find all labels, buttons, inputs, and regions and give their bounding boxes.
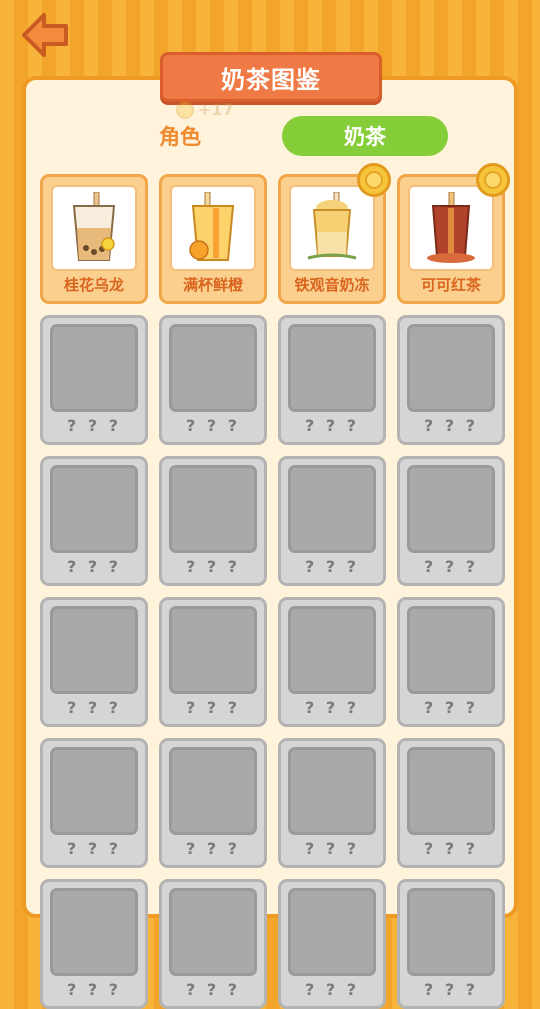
locked-card[interactable]: ? ? ? xyxy=(278,738,386,868)
locked-card[interactable]: ? ? ? xyxy=(397,456,505,586)
locked-image-placeholder xyxy=(407,465,495,553)
new-badge-coin-icon[interactable] xyxy=(357,163,391,197)
locked-image-placeholder xyxy=(169,606,257,694)
locked-card[interactable]: ? ? ? xyxy=(40,315,148,445)
locked-card[interactable]: ? ? ? xyxy=(40,738,148,868)
tieguanyin-pudding-drink-icon xyxy=(307,192,357,260)
locked-image-placeholder xyxy=(50,465,138,553)
locked-image-placeholder xyxy=(288,465,376,553)
locked-image-placeholder xyxy=(169,465,257,553)
locked-image-placeholder xyxy=(169,324,257,412)
drink-name: 可可红茶 xyxy=(420,276,481,294)
tab-milk-tea[interactable]: 奶茶 xyxy=(282,116,448,156)
locked-label: ? ? ? xyxy=(67,698,121,717)
new-badge-coin-icon[interactable] xyxy=(476,163,510,197)
collection-card[interactable]: 可可红茶 xyxy=(397,163,510,304)
locked-card[interactable]: ? ? ? xyxy=(40,597,148,727)
orange-drink-icon xyxy=(189,192,235,261)
locked-card[interactable]: ? ? ? xyxy=(278,315,386,445)
drink-image xyxy=(408,185,494,271)
cocoa-black-tea-drink-icon xyxy=(427,192,475,263)
locked-label: ? ? ? xyxy=(186,557,240,576)
tab-milk-tea-label: 奶茶 xyxy=(344,125,386,149)
locked-label: ? ? ? xyxy=(305,416,359,435)
tab-characters[interactable]: 角色 xyxy=(130,116,230,156)
osmanthus-oolong-drink-icon xyxy=(72,192,116,261)
locked-card[interactable]: ? ? ? xyxy=(159,879,267,1009)
locked-card[interactable]: ? ? ? xyxy=(397,738,505,868)
locked-card[interactable]: ? ? ? xyxy=(159,738,267,868)
drink-name: 铁观音奶冻 xyxy=(294,276,370,294)
locked-image-placeholder xyxy=(407,606,495,694)
locked-card[interactable]: ? ? ? xyxy=(397,597,505,727)
locked-image-placeholder xyxy=(50,324,138,412)
locked-card[interactable]: ? ? ? xyxy=(278,879,386,1009)
locked-card[interactable]: ? ? ? xyxy=(278,456,386,586)
locked-label: ? ? ? xyxy=(424,698,478,717)
locked-card[interactable]: ? ? ? xyxy=(397,879,505,1009)
collection-grid: 桂花乌龙 满杯鲜橙 铁观音奶冻 可可红茶 ? ? ? ? ? ? ? ? ? ?… xyxy=(40,163,510,1009)
locked-image-placeholder xyxy=(407,888,495,976)
locked-image-placeholder xyxy=(50,888,138,976)
collection-card[interactable]: 铁观音奶冻 xyxy=(278,163,391,304)
back-button[interactable] xyxy=(20,10,74,60)
locked-image-placeholder xyxy=(288,324,376,412)
locked-label: ? ? ? xyxy=(186,839,240,858)
locked-image-placeholder xyxy=(407,747,495,835)
locked-label: ? ? ? xyxy=(305,839,359,858)
locked-label: ? ? ? xyxy=(67,416,121,435)
locked-card[interactable]: ? ? ? xyxy=(278,597,386,727)
drink-name: 满杯鲜橙 xyxy=(182,276,243,294)
drink-name: 桂花乌龙 xyxy=(63,276,124,294)
locked-label: ? ? ? xyxy=(424,416,478,435)
tab-characters-label: 角色 xyxy=(159,125,201,149)
locked-label: ? ? ? xyxy=(424,557,478,576)
locked-image-placeholder xyxy=(169,888,257,976)
locked-image-placeholder xyxy=(169,747,257,835)
back-arrow-icon xyxy=(22,13,68,57)
locked-image-placeholder xyxy=(407,324,495,412)
locked-label: ? ? ? xyxy=(186,980,240,999)
locked-image-placeholder xyxy=(288,888,376,976)
locked-image-placeholder xyxy=(50,747,138,835)
locked-label: ? ? ? xyxy=(186,416,240,435)
page-title: 奶茶图鉴 xyxy=(221,65,321,94)
collection-card[interactable]: 桂花乌龙 xyxy=(40,174,148,304)
locked-label: ? ? ? xyxy=(186,698,240,717)
locked-image-placeholder xyxy=(288,606,376,694)
locked-card[interactable]: ? ? ? xyxy=(397,315,505,445)
drink-image xyxy=(51,185,137,271)
locked-label: ? ? ? xyxy=(67,980,121,999)
locked-label: ? ? ? xyxy=(67,839,121,858)
locked-card[interactable]: ? ? ? xyxy=(159,315,267,445)
locked-label: ? ? ? xyxy=(67,557,121,576)
locked-image-placeholder xyxy=(50,606,138,694)
locked-label: ? ? ? xyxy=(305,557,359,576)
locked-label: ? ? ? xyxy=(305,980,359,999)
locked-card[interactable]: ? ? ? xyxy=(40,879,148,1009)
drink-image xyxy=(170,185,256,271)
locked-image-placeholder xyxy=(288,747,376,835)
collection-card[interactable]: 满杯鲜橙 xyxy=(159,174,267,304)
locked-card[interactable]: ? ? ? xyxy=(159,597,267,727)
locked-label: ? ? ? xyxy=(424,980,478,999)
locked-card[interactable]: ? ? ? xyxy=(159,456,267,586)
drink-image xyxy=(289,185,375,271)
title-banner: 奶茶图鉴 xyxy=(160,52,382,102)
locked-label: ? ? ? xyxy=(305,698,359,717)
locked-card[interactable]: ? ? ? xyxy=(40,456,148,586)
locked-label: ? ? ? xyxy=(424,839,478,858)
